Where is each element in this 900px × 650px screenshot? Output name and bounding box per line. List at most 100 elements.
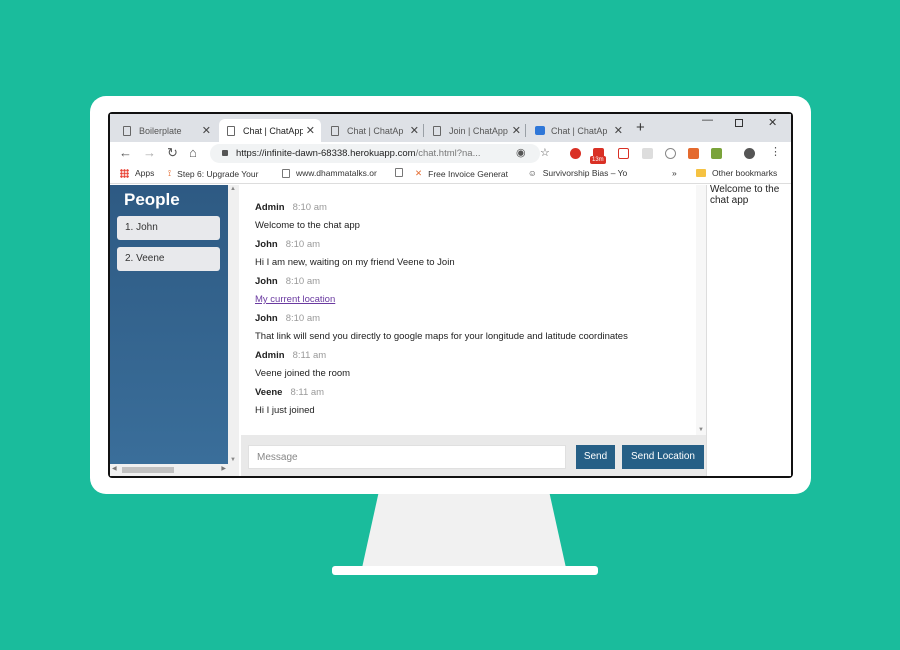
sidebar-horizontal-scrollbar[interactable]: ◀ ▶ <box>110 464 228 476</box>
bookmark-step6[interactable]: ⟟ Step 6: Upgrade Your <box>168 168 267 179</box>
message-time: 8:10 am <box>285 239 321 250</box>
apps-grid-icon <box>120 168 129 178</box>
person-john[interactable]: 1. John <box>117 216 220 240</box>
monitor-base <box>332 566 598 575</box>
extension-badge: 13m <box>590 156 606 164</box>
tab-bar: Boilerplate ✕ Chat | ChatApp ✕ Chat | Ch… <box>110 114 791 142</box>
message-text: Veene joined the room <box>255 368 351 379</box>
message-item: John 8:10 am My current location <box>255 271 335 305</box>
profile-avatar[interactable] <box>744 148 755 159</box>
tab-chat-active[interactable]: Chat | ChatApp ✕ <box>219 119 321 142</box>
close-icon[interactable]: ✕ <box>306 124 315 137</box>
url-path: /chat.html?na... <box>415 148 481 159</box>
bookmark-dhammatalks[interactable]: www.dhammatalks.or <box>282 168 380 178</box>
message-text: That link will send you directly to goog… <box>255 331 628 342</box>
sidebar-vertical-scrollbar[interactable]: ▲ ▼ <box>228 185 239 476</box>
lock-icon <box>222 150 228 156</box>
message-item: Veene 8:11 am Hi I just joined <box>255 382 324 416</box>
maximize-icon[interactable] <box>735 119 743 127</box>
send-button[interactable]: Send <box>576 445 615 469</box>
tab-chat-2[interactable]: Chat | ChatApp ✕ <box>323 119 425 142</box>
bookmark-blank[interactable] <box>395 168 409 177</box>
scroll-down-icon[interactable]: ▼ <box>698 427 704 433</box>
tab-divider <box>423 124 424 137</box>
plus-extension-icon[interactable] <box>618 148 629 159</box>
message-time: 8:11 am <box>292 350 327 361</box>
scroll-left-icon[interactable]: ◀ <box>112 465 117 472</box>
location-link[interactable]: My current location <box>255 294 335 305</box>
monitor-stand <box>362 494 566 568</box>
send-location-button[interactable]: Send Location <box>622 445 704 469</box>
menu-dots-icon[interactable]: ⋮ <box>770 145 781 160</box>
bookmark-apps[interactable]: Apps <box>120 168 154 178</box>
new-tab-button[interactable]: + <box>636 119 645 136</box>
doc-icon <box>227 125 235 136</box>
plant-extension-icon[interactable] <box>711 148 722 159</box>
location-icon[interactable]: ◉ <box>516 146 526 159</box>
scroll-right-icon[interactable]: ▶ <box>221 465 226 472</box>
message-item: John 8:10 am That link will send you dire… <box>255 308 628 342</box>
star-icon[interactable]: ☆ <box>540 146 550 159</box>
bookmark-other[interactable]: Other bookmarks <box>696 168 777 178</box>
message-text: Welcome to the chat app <box>255 220 360 231</box>
message-input[interactable] <box>248 445 566 469</box>
chatapp-favicon-icon <box>535 126 545 135</box>
close-icon[interactable]: ✕ <box>202 124 211 137</box>
people-sidebar: People 1. John 2. Veene <box>110 185 228 464</box>
more-bookmarks-icon[interactable]: » <box>672 168 677 178</box>
window-close-icon[interactable]: ✕ <box>768 116 777 129</box>
bookmark-label: Free Invoice Generat <box>428 168 508 179</box>
reload-icon[interactable]: ↻ <box>167 145 178 160</box>
bookmark-label: Apps <box>135 168 155 178</box>
message-sender: John <box>255 276 278 287</box>
close-icon[interactable]: ✕ <box>512 124 521 137</box>
bookmark-label: Step 6: Upgrade Your <box>177 168 259 179</box>
back-icon[interactable]: ← <box>119 145 132 160</box>
home-icon[interactable]: ⌂ <box>189 145 197 160</box>
message-composer: Send Send Location <box>241 435 706 476</box>
message-sender: John <box>255 239 278 250</box>
url-bar[interactable]: https://infinite-dawn-68338.herokuapp.co… <box>210 144 540 163</box>
person-veene[interactable]: 2. Veene <box>117 247 220 271</box>
tab-divider <box>525 124 526 137</box>
address-toolbar: ← → ↻ ⌂ https://infinite-dawn-68338.hero… <box>110 142 791 165</box>
tab-chat-3[interactable]: Chat | ChatApp ✕ <box>527 119 629 142</box>
browser-window: Boilerplate ✕ Chat | ChatApp ✕ Chat | Ch… <box>110 114 791 476</box>
message-item: Admin 8:11 am Veene joined the room <box>255 345 350 379</box>
message-sender: Veene <box>255 387 283 398</box>
close-icon[interactable]: ✕ <box>410 124 419 137</box>
message-item: John 8:10 am Hi I am new, waiting on my f… <box>255 234 455 268</box>
opera-extension-icon[interactable] <box>570 148 581 159</box>
doc-icon <box>123 125 131 136</box>
close-icon[interactable]: ✕ <box>614 124 623 137</box>
minimize-icon[interactable]: — <box>702 114 713 126</box>
tab-boilerplate[interactable]: Boilerplate ✕ <box>115 119 217 142</box>
bookmark-label: Survivorship Bias – Yo <box>542 168 628 178</box>
shield-extension-icon[interactable] <box>688 148 699 159</box>
message-sender: John <box>255 313 278 324</box>
blank-extension-icon[interactable] <box>642 148 653 159</box>
tab-title: Chat | ChatApp <box>347 125 403 136</box>
doc-icon <box>331 125 339 136</box>
people-heading: People <box>124 190 180 209</box>
bookmark-survivorship[interactable]: ☺ Survivorship Bias – Yo <box>528 168 637 178</box>
ghost-extension-icon[interactable] <box>665 148 676 159</box>
message-sender: Admin <box>255 202 285 213</box>
url-host: https://infinite-dawn-68338.herokuapp.co… <box>236 148 416 159</box>
doc-icon <box>395 168 403 177</box>
scroll-thumb[interactable] <box>122 467 174 473</box>
scroll-down-icon[interactable]: ▼ <box>230 457 236 463</box>
step-bookmark-icon: ⟟ <box>168 168 172 178</box>
message-time: 8:10 am <box>285 276 321 287</box>
folder-icon <box>696 169 706 177</box>
scroll-up-icon[interactable]: ▲ <box>230 186 236 192</box>
right-pane-text: Welcome to the chat app <box>706 184 791 476</box>
forward-icon[interactable]: → <box>143 145 156 160</box>
bookmark-invoice[interactable]: ✕ Free Invoice Generat <box>415 168 512 179</box>
chat-page: People 1. John 2. Veene ◀ ▶ ▲ ▼ Admin 8:1… <box>110 184 791 476</box>
bookmark-label: Other bookmarks <box>712 168 778 178</box>
message-item: Admin 8:10 am Welcome to the chat app <box>255 197 360 231</box>
tab-join[interactable]: Join | ChatApp ✕ <box>425 119 527 142</box>
doc-icon <box>433 125 441 136</box>
messages-scrollbar[interactable]: ▼ <box>696 185 706 435</box>
